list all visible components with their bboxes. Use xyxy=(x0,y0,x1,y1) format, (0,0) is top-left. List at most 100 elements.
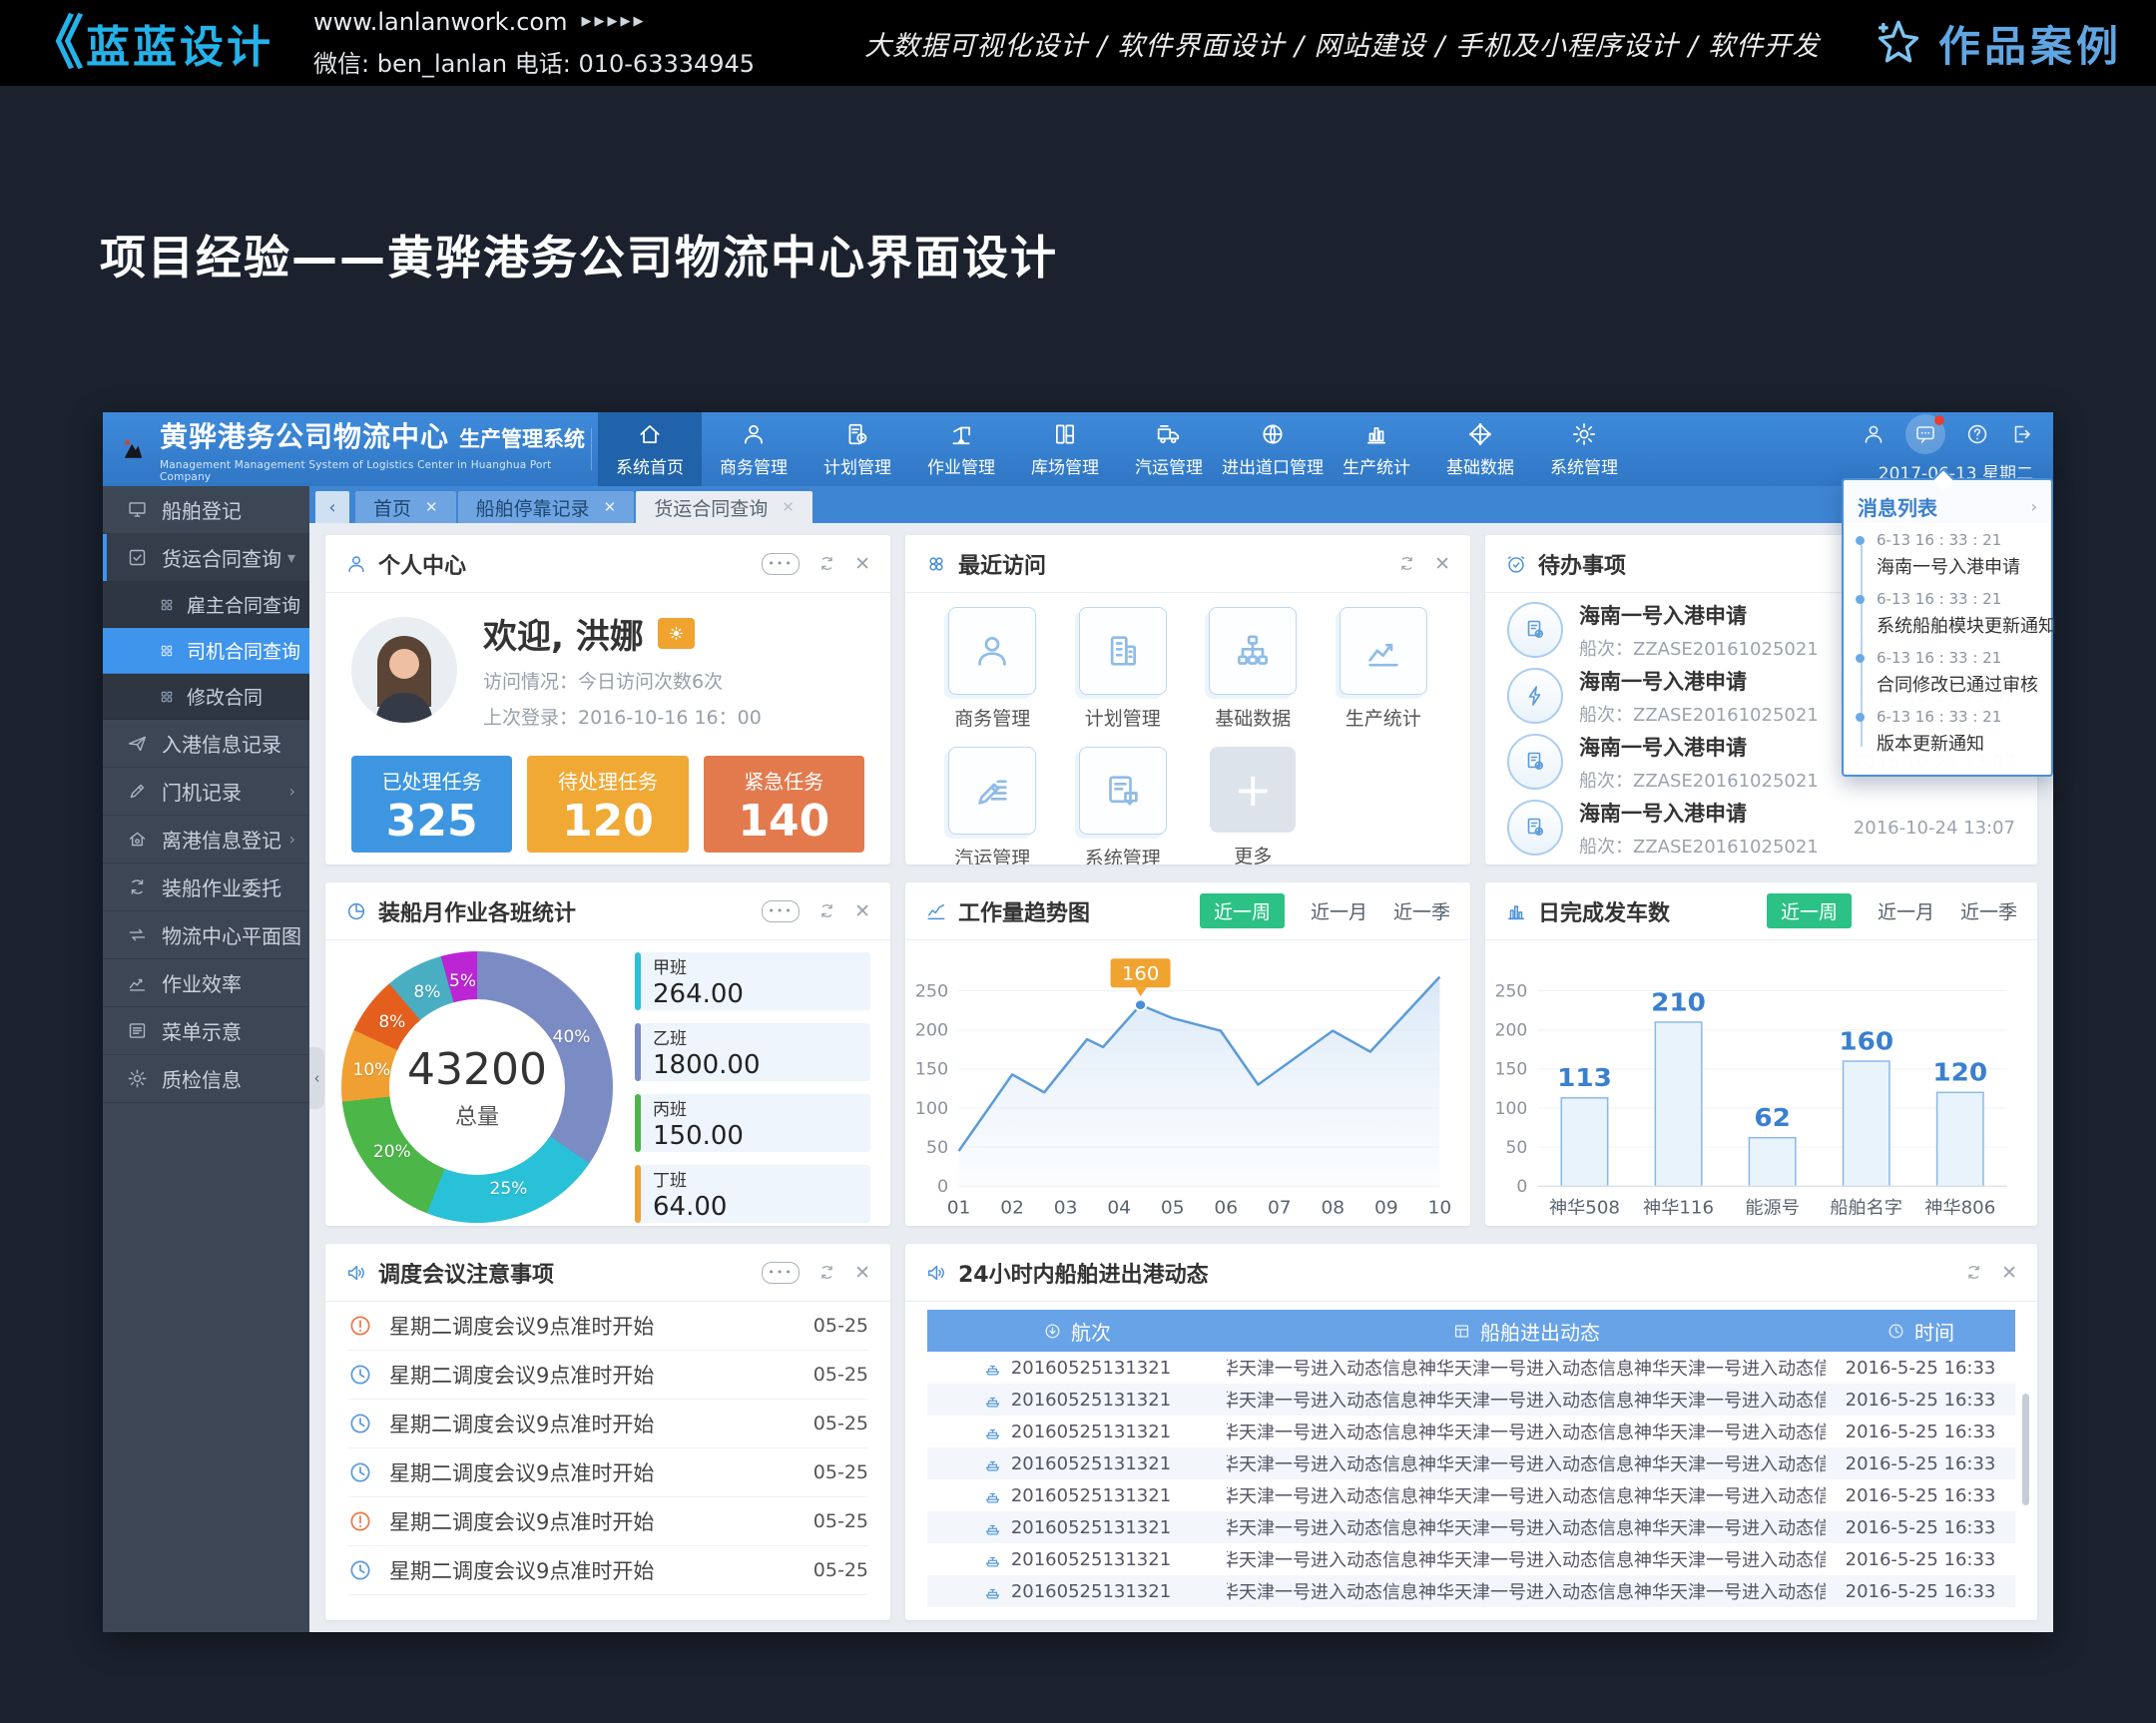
meeting-item-2[interactable]: 星期二调度会议9点准时开始05-25 xyxy=(347,1400,868,1448)
nav-item-6[interactable]: 进出道口管理 xyxy=(1221,412,1325,486)
sidebar-item-3[interactable]: 门机记录› xyxy=(103,768,309,816)
table-row-0[interactable]: 20160525131321神华天津一号进入动态信息神华天津一号进入动态信息神华… xyxy=(927,1352,2015,1384)
more-button[interactable]: ••• xyxy=(762,1262,800,1284)
refresh-button[interactable] xyxy=(1397,554,1416,573)
recent-item-5[interactable]: 系统管理 xyxy=(1058,747,1189,864)
popup-more-chevron-icon[interactable]: › xyxy=(2031,497,2037,516)
recent-item-3[interactable]: 生产统计 xyxy=(1319,607,1449,731)
table-row-4[interactable]: 20160525131321神华天津一号进入动态信息神华天津一号进入动态信息神华… xyxy=(927,1479,2015,1511)
range-tab-2[interactable]: 近一季 xyxy=(1960,897,2017,924)
range-tab-1[interactable]: 近一月 xyxy=(1311,897,1367,924)
stat-tile-1[interactable]: 待处理任务120 xyxy=(527,756,688,853)
recent-item-1[interactable]: 计划管理 xyxy=(1058,607,1189,731)
more-button[interactable]: ••• xyxy=(762,900,800,922)
table-row-7[interactable]: 20160525131321神华天津一号进入动态信息神华天津一号进入动态信息神华… xyxy=(927,1575,2015,1607)
recent-item-4[interactable]: 汽运管理 xyxy=(927,747,1058,864)
refresh-button[interactable] xyxy=(817,1263,836,1282)
svg-text:100: 100 xyxy=(915,1099,949,1118)
legend-row-3: 丁班64.00 xyxy=(635,1165,870,1223)
voyage-icon xyxy=(1043,1322,1062,1341)
meeting-item-5[interactable]: 星期二调度会议9点准时开始05-25 xyxy=(347,1546,868,1595)
close-button[interactable]: ✕ xyxy=(854,1262,870,1284)
nav-item-7[interactable]: 生产统计 xyxy=(1325,412,1428,486)
sidebar-subitem-1-1[interactable]: 司机合同查询 xyxy=(103,628,309,674)
card-ship-movements: 24小时内船舶进出港动态 ✕ 航次船舶进出动态时间 20160525131321… xyxy=(905,1244,2037,1620)
sidebar-item-8[interactable]: 菜单示意 xyxy=(103,1007,309,1055)
recent-item-2[interactable]: 基础数据 xyxy=(1188,607,1319,731)
nav-item-4[interactable]: 库场管理 xyxy=(1013,412,1117,486)
close-button[interactable]: ✕ xyxy=(2001,1262,2017,1284)
message-popup: 消息列表 › 6-13 16 : 33 : 21海南一号入港申请6-13 16 … xyxy=(1842,478,2053,777)
sidebar-subitem-1-2[interactable]: 修改合同 xyxy=(103,674,309,720)
sidebar-subitem-1-0[interactable]: 雇主合同查询 xyxy=(103,582,309,628)
last-login: 上次登录：2016-10-16 16：00 xyxy=(483,703,762,730)
help-icon[interactable] xyxy=(1965,422,1989,446)
recent-item-6[interactable]: +更多 xyxy=(1188,747,1319,864)
sidebar-item-1[interactable]: 货运合同查询▾ xyxy=(103,534,309,582)
range-tab-0[interactable]: 近一周 xyxy=(1200,893,1285,928)
avatar[interactable] xyxy=(351,617,457,723)
alert-icon xyxy=(347,1508,373,1534)
close-button[interactable]: ✕ xyxy=(854,900,870,922)
todo-item-3[interactable]: 海南一号入港申请船次：ZZASE201610250212016-10-24 13… xyxy=(1507,795,2015,861)
meeting-item-3[interactable]: 星期二调度会议9点准时开始05-25 xyxy=(347,1448,868,1497)
nav-item-1[interactable]: 商务管理 xyxy=(702,412,806,486)
user-account-icon[interactable] xyxy=(1862,422,1886,446)
nav-item-5[interactable]: 汽运管理 xyxy=(1117,412,1221,486)
sidebar-collapse-handle[interactable]: ‹ xyxy=(309,1047,324,1109)
refresh-button[interactable] xyxy=(817,554,836,573)
stat-tile-2[interactable]: 紧急任务140 xyxy=(704,756,864,853)
sidebar-item-2[interactable]: 入港信息记录 xyxy=(103,720,309,768)
range-tab-2[interactable]: 近一季 xyxy=(1393,897,1450,924)
popup-message-2[interactable]: 6-13 16 : 33 : 21合同修改已通过审核 xyxy=(1858,649,2039,697)
recent-item-0[interactable]: 商务管理 xyxy=(927,607,1058,731)
tab-scroll-left-button[interactable]: ‹ xyxy=(315,491,349,523)
table-row-5[interactable]: 20160525131321神华天津一号进入动态信息神华天津一号进入动态信息神华… xyxy=(927,1511,2015,1543)
meeting-item-1[interactable]: 星期二调度会议9点准时开始05-25 xyxy=(347,1351,868,1400)
table-row-1[interactable]: 20160525131321神华天津一号进入动态信息神华天津一号进入动态信息神华… xyxy=(927,1384,2015,1416)
logout-icon[interactable] xyxy=(2009,422,2033,446)
refresh-button[interactable] xyxy=(817,901,836,920)
sidebar-item-7[interactable]: 作业效率 xyxy=(103,959,309,1007)
close-button[interactable]: ✕ xyxy=(1434,553,1450,575)
site-url[interactable]: www.lanlanwork.com xyxy=(313,8,567,36)
tab-1[interactable]: 船舶停靠记录✕ xyxy=(458,491,635,523)
nav-item-8[interactable]: 基础数据 xyxy=(1428,412,1532,486)
alert-icon xyxy=(347,1313,373,1339)
stat-tile-0[interactable]: 已处理任务325 xyxy=(351,756,512,853)
lanlan-logo[interactable]: 《 蓝蓝设计 xyxy=(26,11,273,75)
popup-message-1[interactable]: 6-13 16 : 33 : 21系统船舶模块更新通知 xyxy=(1858,590,2039,638)
tab-close-icon[interactable]: ✕ xyxy=(604,498,617,516)
messages-button[interactable] xyxy=(1905,414,1945,454)
nav-item-0[interactable]: 系统首页 xyxy=(598,412,702,486)
sidebar-item-5[interactable]: 装船作业委托 xyxy=(103,863,309,911)
popup-message-3[interactable]: 6-13 16 : 33 : 21版本更新通知 xyxy=(1858,708,2039,756)
meeting-item-0[interactable]: 星期二调度会议9点准时开始05-25 xyxy=(347,1302,868,1351)
sidebar-item-6[interactable]: 物流中心平面图 xyxy=(103,911,309,959)
table-row-3[interactable]: 20160525131321神华天津一号进入动态信息神华天津一号进入动态信息神华… xyxy=(927,1447,2015,1479)
refresh-button[interactable] xyxy=(1964,1263,1983,1282)
more-button[interactable]: ••• xyxy=(762,553,800,575)
sidebar-item-9[interactable]: 质检信息 xyxy=(103,1055,309,1103)
meeting-item-4[interactable]: 星期二调度会议9点准时开始05-25 xyxy=(347,1497,868,1546)
nav-item-2[interactable]: 计划管理 xyxy=(806,412,909,486)
portfolio-link[interactable]: 作品案例 xyxy=(1873,13,2122,74)
svg-text:62: 62 xyxy=(1754,1104,1791,1133)
nav-item-3[interactable]: 作业管理 xyxy=(909,412,1013,486)
close-button[interactable]: ✕ xyxy=(854,553,870,575)
tab-close-icon[interactable]: ✕ xyxy=(425,498,438,516)
table-scrollbar[interactable] xyxy=(2022,1394,2029,1505)
table-row-2[interactable]: 20160525131321神华天津一号进入动态信息神华天津一号进入动态信息神华… xyxy=(927,1416,2015,1447)
table-row-6[interactable]: 20160525131321神华天津一号进入动态信息神华天津一号进入动态信息神华… xyxy=(927,1543,2015,1575)
tab-2[interactable]: 货运合同查询✕ xyxy=(636,491,812,523)
popup-message-0[interactable]: 6-13 16 : 33 : 21海南一号入港申请 xyxy=(1858,531,2039,579)
tab-0[interactable]: 首页✕ xyxy=(355,491,456,523)
ship-icon xyxy=(983,1518,1002,1537)
range-tab-1[interactable]: 近一月 xyxy=(1878,897,1934,924)
nav-item-9[interactable]: 系统管理 xyxy=(1532,412,1636,486)
svg-text:50: 50 xyxy=(1506,1137,1528,1157)
tab-close-icon[interactable]: ✕ xyxy=(782,498,795,516)
sidebar-item-0[interactable]: 船舶登记 xyxy=(103,486,309,534)
range-tab-0[interactable]: 近一周 xyxy=(1767,893,1852,928)
sidebar-item-4[interactable]: 离港信息登记› xyxy=(103,816,309,863)
